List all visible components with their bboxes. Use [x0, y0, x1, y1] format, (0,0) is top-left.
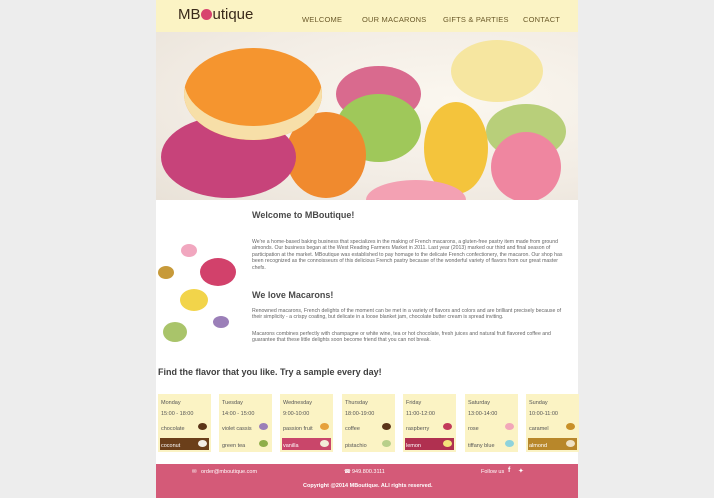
macaron-icon [505, 423, 514, 430]
day-card[interactable]: Wednesday 9:00-10:00 passion fruit vanilla [280, 394, 333, 452]
day-name: Wednesday [283, 400, 312, 406]
love-text-2: Macarons combines perfectly with champag… [252, 331, 551, 344]
flavor-2: coconut [161, 443, 181, 449]
flavor-1: chocolate [161, 426, 185, 432]
macaron-dot-icon [158, 266, 174, 279]
macaron-icon [198, 423, 207, 430]
macaron-icon [382, 423, 391, 430]
macaron-dot-icon [163, 322, 187, 342]
welcome-text: We're a home-based baking business that … [252, 239, 563, 271]
day-card[interactable]: Saturday 13:00-14:00 rose tiffany blue [465, 394, 518, 452]
flavor-1: raspberry [406, 426, 430, 432]
macaron-icon [566, 440, 575, 447]
footer-copyright: Copyright @2014 MBoutique. ALl rights re… [303, 483, 433, 489]
macaron-dot-icon [181, 244, 197, 257]
flavor-2: tiffany blue [468, 443, 495, 449]
day-name: Tuesday [222, 400, 243, 406]
day-card[interactable]: Sunday 10:00-11:00 caramel almond [526, 394, 579, 452]
flavor-1: caramel [529, 426, 549, 432]
nav-gifts-parties[interactable]: GIFTS & PARTIES [443, 15, 509, 24]
nav-welcome[interactable]: WELCOME [302, 15, 342, 24]
phone-icon: ☎ [344, 469, 351, 475]
flavor-1: rose [468, 426, 479, 432]
rose-macaron-image [491, 132, 561, 200]
day-time: 18:00-19:00 [345, 411, 375, 417]
macaron-icon [382, 440, 391, 447]
lemon-macaron-image [451, 40, 543, 102]
day-time: 14:00 - 15:00 [222, 411, 255, 417]
flavor-1: violet cassis [222, 426, 252, 432]
love-text-1: Renowned macarons, French delights of th… [252, 308, 562, 321]
day-card[interactable]: Tuesday 14:00 - 15:00 violet cassis green t… [219, 394, 272, 452]
day-time: 10:00-11:00 [529, 411, 558, 417]
footer-follow: Follow us [481, 469, 505, 475]
nav-our-macarons[interactable]: OUR MACARONS [362, 15, 427, 24]
site-footer: ✉ order@mboutique.com ☎ 949.800.3111 Fol… [156, 464, 578, 498]
love-title: We love Macarons! [252, 290, 334, 300]
schedule-title: Find the flavor that you like. Try a sam… [158, 367, 382, 377]
macaron-icon [259, 423, 268, 430]
day-time: 15:00 - 18:00 [161, 411, 194, 417]
flavor-1: coffee [345, 426, 360, 432]
macaron-icon [566, 423, 575, 430]
day-card[interactable]: Friday 11:00-12:00 raspberry lemon [403, 394, 456, 452]
macaron-icon [443, 440, 452, 447]
day-name: Friday [406, 400, 422, 406]
day-time: 13:00-14:00 [468, 411, 498, 417]
page: MB utique WELCOME OUR MACARONS GIFTS & PA… [156, 0, 579, 498]
email-icon: ✉ [192, 469, 197, 475]
macaron-icon [505, 440, 514, 447]
macaron-dot-icon [200, 258, 236, 286]
macaron-icon [259, 440, 268, 447]
macaron-icon [443, 423, 452, 430]
yellow-macaron-image [424, 102, 488, 194]
flavor-2: vanilla [283, 443, 299, 449]
day-name: Thursday [345, 400, 368, 406]
macaron-dot-icon [213, 316, 229, 328]
day-card[interactable]: Monday 15:00 - 18:00 chocolate coconut [158, 394, 211, 452]
site-header: MB utique WELCOME OUR MACARONS GIFTS & PA… [156, 0, 578, 32]
day-time: 9:00-10:00 [283, 411, 310, 417]
logo-macaron-icon [201, 9, 212, 20]
flavor-2: green tea [222, 443, 246, 449]
footer-phone[interactable]: 949.800.3111 [352, 469, 385, 475]
macaron-icon [198, 440, 207, 447]
flavor-2: pistachio [345, 443, 367, 449]
twitter-icon[interactable]: ✦ [518, 467, 524, 475]
flavor-2: lemon [406, 443, 421, 449]
day-time: 11:00-12:00 [406, 411, 435, 417]
logo[interactable]: MB utique [178, 6, 253, 23]
day-name: Saturday [468, 400, 491, 406]
day-card[interactable]: Thursday 18:00-19:00 coffee pistachio [342, 394, 395, 452]
macaron-dot-icon [180, 289, 208, 311]
macaron-icon [320, 440, 329, 447]
day-name: Sunday [529, 400, 548, 406]
orange-macaron-image [184, 48, 322, 140]
nav-contact[interactable]: CONTACT [523, 15, 560, 24]
flavor-1: passion fruit [283, 426, 313, 432]
day-name: Monday [161, 400, 181, 406]
macaron-icon [320, 423, 329, 430]
flavor-2: almond [529, 443, 548, 449]
hero-macarons-image [156, 32, 578, 200]
footer-email[interactable]: order@mboutique.com [201, 469, 257, 475]
facebook-icon[interactable]: f [508, 467, 510, 474]
welcome-title: Welcome to MBoutique! [252, 210, 355, 220]
